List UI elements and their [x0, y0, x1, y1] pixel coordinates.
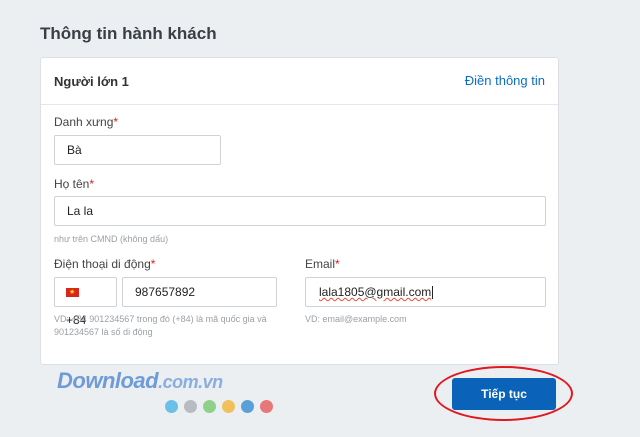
required-mark: *	[335, 257, 340, 271]
text-caret	[432, 286, 434, 300]
required-mark: *	[89, 177, 95, 191]
full-name-label: Họ tên*	[54, 177, 94, 191]
full-name-input[interactable]: La la	[54, 196, 546, 226]
watermark-dots	[165, 400, 273, 413]
dot-icon	[241, 400, 254, 413]
fill-info-link[interactable]: Điền thông tin	[465, 73, 545, 88]
email-label: Email*	[305, 257, 340, 271]
required-mark: *	[113, 115, 119, 129]
full-name-value: La la	[67, 204, 94, 218]
required-mark: *	[150, 257, 156, 271]
phone-input[interactable]: 987657892	[122, 277, 277, 307]
phone-hint-line1: VD: +84 901234567 trong đó (+84) là mã q…	[54, 314, 267, 324]
card-title: Người lớn 1	[54, 74, 129, 89]
phone-value: 987657892	[135, 285, 196, 299]
email-label-text: Email	[305, 257, 336, 271]
full-name-hint: như trên CMND (không dấu)	[54, 234, 169, 244]
watermark-suffix: .com.vn	[158, 372, 223, 392]
salutation-value: Bà	[67, 143, 82, 157]
phone-label: Điện thoại di động*	[54, 257, 155, 271]
email-input[interactable]: lala1805@gmail.com	[305, 277, 546, 307]
dot-icon	[203, 400, 216, 413]
dot-icon	[260, 400, 273, 413]
salutation-label: Danh xưng*	[54, 115, 118, 129]
full-name-label-text: Họ tên	[54, 177, 90, 191]
section-title: Thông tin hành khách	[40, 24, 217, 43]
email-hint: VD: email@example.com	[305, 314, 407, 324]
card-header: Người lớn 1 Điền thông tin	[41, 58, 558, 105]
watermark-main: Download	[57, 368, 159, 393]
salutation-select[interactable]: Bà	[54, 135, 221, 165]
phone-hint-line2: 901234567 là số di động	[54, 327, 153, 337]
phone-hint: VD: +84 901234567 trong đó (+84) là mã q…	[54, 313, 294, 339]
dot-icon	[222, 400, 235, 413]
phone-label-text: Điện thoại di động	[54, 257, 151, 271]
dot-icon	[165, 400, 178, 413]
country-code-select[interactable]: +84	[54, 277, 117, 327]
continue-button[interactable]: Tiếp tục	[452, 378, 556, 410]
vietnam-flag-icon	[66, 287, 79, 298]
dot-icon	[184, 400, 197, 413]
email-value: lala1805@gmail.com	[319, 285, 432, 299]
download-watermark-logo: Download.com.vn	[57, 368, 223, 394]
salutation-label-text: Danh xưng	[54, 115, 114, 129]
